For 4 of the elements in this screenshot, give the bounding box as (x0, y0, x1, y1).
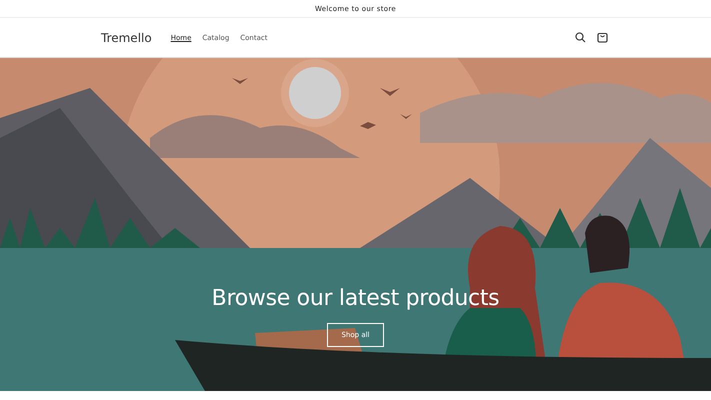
search-icon[interactable] (575, 32, 586, 43)
shopping-bag-icon[interactable] (597, 32, 608, 43)
hero-heading: Browse our latest products (212, 286, 500, 311)
store-logo[interactable]: Tremello (101, 30, 152, 44)
